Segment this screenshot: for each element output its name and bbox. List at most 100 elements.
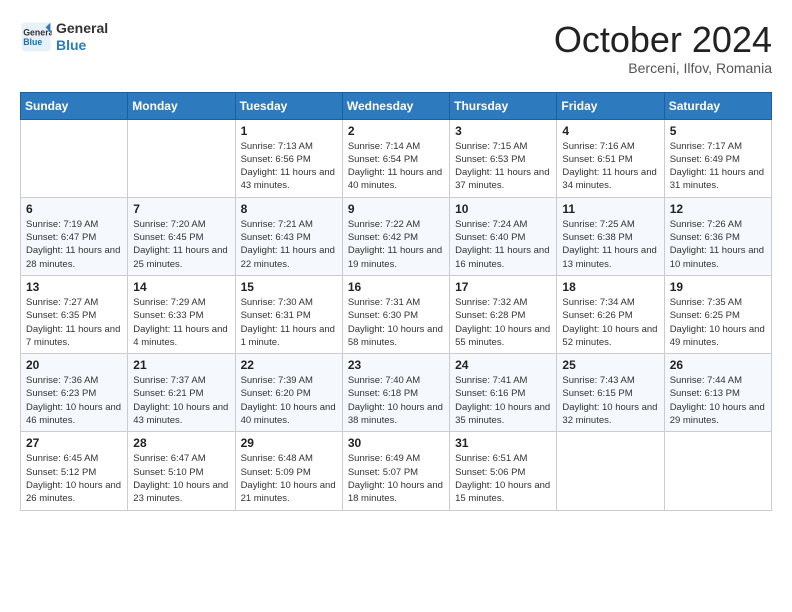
cell-info: Sunrise: 7:15 AMSunset: 6:53 PMDaylight:… bbox=[455, 140, 551, 193]
title-block: October 2024 Berceni, Ilfov, Romania bbox=[554, 20, 772, 76]
cell-info: Sunrise: 6:47 AMSunset: 5:10 PMDaylight:… bbox=[133, 452, 229, 505]
day-number: 25 bbox=[562, 358, 658, 372]
day-number: 9 bbox=[348, 202, 444, 216]
calendar-cell: 14Sunrise: 7:29 AMSunset: 6:33 PMDayligh… bbox=[128, 275, 235, 353]
calendar-cell: 21 Sunrise: 7:37 AMSunset: 6:21 PMDayligh… bbox=[128, 354, 235, 432]
day-number: 14 bbox=[133, 280, 229, 294]
cell-info: Sunrise: 7:40 AMSunset: 6:18 PMDaylight:… bbox=[348, 374, 444, 427]
day-number: 19 bbox=[670, 280, 766, 294]
calendar-cell: 29 Sunrise: 6:48 AMSunset: 5:09 PMDayligh… bbox=[235, 432, 342, 510]
day-number: 6 bbox=[26, 202, 122, 216]
cell-info: Sunrise: 7:21 AMSunset: 6:43 PMDaylight:… bbox=[241, 218, 337, 271]
weekday-header: Saturday bbox=[664, 92, 771, 119]
day-number: 2 bbox=[348, 124, 444, 138]
day-number: 23 bbox=[348, 358, 444, 372]
day-number: 7 bbox=[133, 202, 229, 216]
cell-info: Sunrise: 7:34 AMSunset: 6:26 PMDaylight:… bbox=[562, 296, 658, 349]
svg-text:Blue: Blue bbox=[23, 37, 42, 47]
calendar-cell: 25 Sunrise: 7:43 AMSunset: 6:15 PMDayligh… bbox=[557, 354, 664, 432]
calendar-cell bbox=[21, 119, 128, 197]
calendar-cell: 1Sunrise: 7:13 AMSunset: 6:56 PMDaylight… bbox=[235, 119, 342, 197]
calendar-cell: 12 Sunrise: 7:26 AMSunset: 6:36 PMDayligh… bbox=[664, 197, 771, 275]
calendar-cell: 18 Sunrise: 7:34 AMSunset: 6:26 PMDayligh… bbox=[557, 275, 664, 353]
location-subtitle: Berceni, Ilfov, Romania bbox=[554, 60, 772, 76]
calendar-cell: 24 Sunrise: 7:41 AMSunset: 6:16 PMDayligh… bbox=[450, 354, 557, 432]
day-number: 24 bbox=[455, 358, 551, 372]
day-number: 18 bbox=[562, 280, 658, 294]
cell-info: Sunrise: 6:45 AMSunset: 5:12 PMDaylight:… bbox=[26, 452, 122, 505]
calendar-cell: 10 Sunrise: 7:24 AMSunset: 6:40 PMDayligh… bbox=[450, 197, 557, 275]
day-number: 12 bbox=[670, 202, 766, 216]
day-number: 27 bbox=[26, 436, 122, 450]
calendar-cell: 4 Sunrise: 7:16 AMSunset: 6:51 PMDaylight… bbox=[557, 119, 664, 197]
calendar-cell: 5 Sunrise: 7:17 AMSunset: 6:49 PMDaylight… bbox=[664, 119, 771, 197]
day-number: 31 bbox=[455, 436, 551, 450]
cell-info: Sunrise: 7:27 AMSunset: 6:35 PMDaylight:… bbox=[26, 296, 122, 349]
calendar-cell: 31 Sunrise: 6:51 AMSunset: 5:06 PMDayligh… bbox=[450, 432, 557, 510]
calendar-cell bbox=[664, 432, 771, 510]
calendar-cell: 13 Sunrise: 7:27 AMSunset: 6:35 PMDayligh… bbox=[21, 275, 128, 353]
calendar-cell: 7 Sunrise: 7:20 AMSunset: 6:45 PMDaylight… bbox=[128, 197, 235, 275]
calendar-cell: 16Sunrise: 7:31 AMSunset: 6:30 PMDayligh… bbox=[342, 275, 449, 353]
day-number: 3 bbox=[455, 124, 551, 138]
weekday-header: Sunday bbox=[21, 92, 128, 119]
cell-info: Sunrise: 7:19 AMSunset: 6:47 PMDaylight:… bbox=[26, 218, 122, 271]
calendar-cell: 15 Sunrise: 7:30 AMSunset: 6:31 PMDayligh… bbox=[235, 275, 342, 353]
day-number: 29 bbox=[241, 436, 337, 450]
cell-info: Sunrise: 7:43 AMSunset: 6:15 PMDaylight:… bbox=[562, 374, 658, 427]
calendar-cell: 28Sunrise: 6:47 AMSunset: 5:10 PMDayligh… bbox=[128, 432, 235, 510]
month-title: October 2024 bbox=[554, 20, 772, 60]
logo-icon: General Blue bbox=[20, 21, 52, 53]
calendar-week-row: 20Sunrise: 7:36 AMSunset: 6:23 PMDayligh… bbox=[21, 354, 772, 432]
weekday-header: Tuesday bbox=[235, 92, 342, 119]
cell-info: Sunrise: 7:35 AMSunset: 6:25 PMDaylight:… bbox=[670, 296, 766, 349]
calendar-cell: 22 Sunrise: 7:39 AMSunset: 6:20 PMDayligh… bbox=[235, 354, 342, 432]
calendar-cell: 9Sunrise: 7:22 AMSunset: 6:42 PMDaylight… bbox=[342, 197, 449, 275]
cell-info: Sunrise: 7:44 AMSunset: 6:13 PMDaylight:… bbox=[670, 374, 766, 427]
weekday-header: Wednesday bbox=[342, 92, 449, 119]
day-number: 10 bbox=[455, 202, 551, 216]
calendar-cell bbox=[557, 432, 664, 510]
calendar-week-row: 13 Sunrise: 7:27 AMSunset: 6:35 PMDayligh… bbox=[21, 275, 772, 353]
cell-info: Sunrise: 7:26 AMSunset: 6:36 PMDaylight:… bbox=[670, 218, 766, 271]
calendar-week-row: 27 Sunrise: 6:45 AMSunset: 5:12 PMDayligh… bbox=[21, 432, 772, 510]
calendar-cell: 2 Sunrise: 7:14 AMSunset: 6:54 PMDaylight… bbox=[342, 119, 449, 197]
cell-info: Sunrise: 7:32 AMSunset: 6:28 PMDaylight:… bbox=[455, 296, 551, 349]
calendar-cell: 8 Sunrise: 7:21 AMSunset: 6:43 PMDaylight… bbox=[235, 197, 342, 275]
day-number: 21 bbox=[133, 358, 229, 372]
calendar-week-row: 6 Sunrise: 7:19 AMSunset: 6:47 PMDaylight… bbox=[21, 197, 772, 275]
calendar-cell: 23 Sunrise: 7:40 AMSunset: 6:18 PMDayligh… bbox=[342, 354, 449, 432]
day-number: 13 bbox=[26, 280, 122, 294]
calendar-cell: 6 Sunrise: 7:19 AMSunset: 6:47 PMDaylight… bbox=[21, 197, 128, 275]
weekday-header: Thursday bbox=[450, 92, 557, 119]
calendar-cell: 30 Sunrise: 6:49 AMSunset: 5:07 PMDayligh… bbox=[342, 432, 449, 510]
cell-info: Sunrise: 7:20 AMSunset: 6:45 PMDaylight:… bbox=[133, 218, 229, 271]
cell-info: Sunrise: 7:37 AMSunset: 6:21 PMDaylight:… bbox=[133, 374, 229, 427]
cell-info: Sunrise: 7:39 AMSunset: 6:20 PMDaylight:… bbox=[241, 374, 337, 427]
cell-info: Sunrise: 7:14 AMSunset: 6:54 PMDaylight:… bbox=[348, 140, 444, 193]
day-number: 30 bbox=[348, 436, 444, 450]
cell-info: Sunrise: 7:17 AMSunset: 6:49 PMDaylight:… bbox=[670, 140, 766, 193]
logo-blue: Blue bbox=[56, 37, 108, 54]
day-number: 15 bbox=[241, 280, 337, 294]
weekday-header: Friday bbox=[557, 92, 664, 119]
cell-info: Sunrise: 6:48 AMSunset: 5:09 PMDaylight:… bbox=[241, 452, 337, 505]
day-number: 11 bbox=[562, 202, 658, 216]
calendar-cell: 17Sunrise: 7:32 AMSunset: 6:28 PMDayligh… bbox=[450, 275, 557, 353]
day-number: 5 bbox=[670, 124, 766, 138]
logo: General Blue General Blue bbox=[20, 20, 108, 54]
cell-info: Sunrise: 7:13 AMSunset: 6:56 PMDaylight:… bbox=[241, 140, 337, 193]
page-header: General Blue General Blue October 2024 B… bbox=[20, 20, 772, 76]
cell-info: Sunrise: 6:51 AMSunset: 5:06 PMDaylight:… bbox=[455, 452, 551, 505]
day-number: 22 bbox=[241, 358, 337, 372]
day-number: 4 bbox=[562, 124, 658, 138]
cell-info: Sunrise: 7:16 AMSunset: 6:51 PMDaylight:… bbox=[562, 140, 658, 193]
day-number: 8 bbox=[241, 202, 337, 216]
cell-info: Sunrise: 7:30 AMSunset: 6:31 PMDaylight:… bbox=[241, 296, 337, 349]
calendar-cell: 19 Sunrise: 7:35 AMSunset: 6:25 PMDayligh… bbox=[664, 275, 771, 353]
cell-info: Sunrise: 6:49 AMSunset: 5:07 PMDaylight:… bbox=[348, 452, 444, 505]
calendar-cell: 27 Sunrise: 6:45 AMSunset: 5:12 PMDayligh… bbox=[21, 432, 128, 510]
cell-info: Sunrise: 7:24 AMSunset: 6:40 PMDaylight:… bbox=[455, 218, 551, 271]
day-number: 26 bbox=[670, 358, 766, 372]
cell-info: Sunrise: 7:41 AMSunset: 6:16 PMDaylight:… bbox=[455, 374, 551, 427]
